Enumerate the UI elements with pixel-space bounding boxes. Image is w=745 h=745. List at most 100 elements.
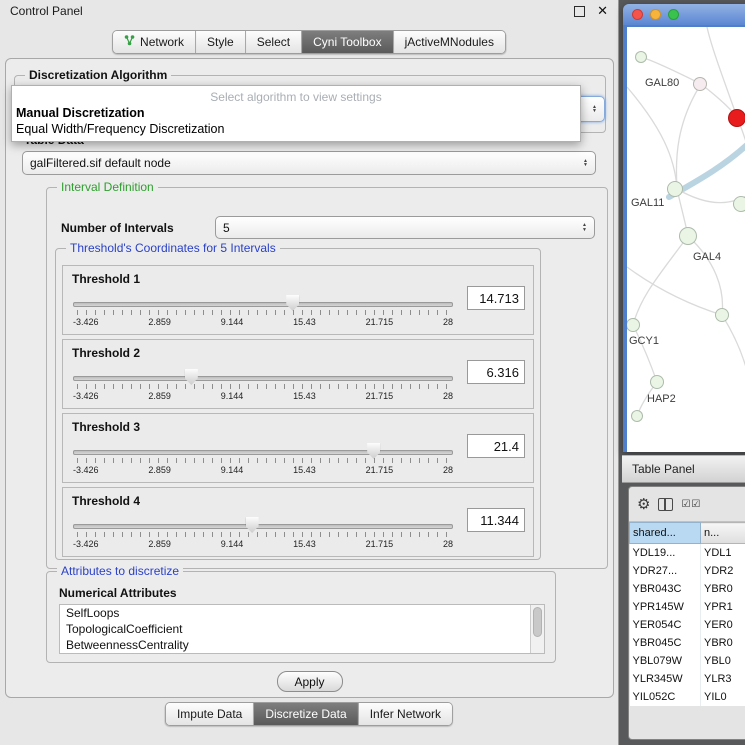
threshold-value-field[interactable]: 11.344 <box>467 508 525 532</box>
top-tab-network[interactable]: Network <box>113 31 195 53</box>
table-row[interactable]: YLR345WYLR3 <box>630 670 745 688</box>
scrollbar-thumb[interactable] <box>533 607 542 637</box>
network-canvas[interactable]: GAL80GAL11GAL4GCY1HAP2 <box>627 27 745 452</box>
table-cell[interactable]: YBL0 <box>701 652 745 670</box>
threshold-slider[interactable]: -3.4262.8599.14415.4321.71528 <box>73 368 453 404</box>
discretize-settings-panel: Discretization Algorithm ▲▼ Select algor… <box>5 58 614 698</box>
network-node[interactable] <box>715 308 729 322</box>
table-row[interactable]: YBR043CYBR0 <box>630 580 745 598</box>
threshold-rows: Threshold 1-3.4262.8599.14415.4321.71528… <box>62 265 534 561</box>
table-cell[interactable]: YLR345W <box>630 670 701 688</box>
slider-track[interactable] <box>73 376 453 381</box>
slider-thumb[interactable] <box>246 517 259 533</box>
table-row[interactable]: YBL079WYBL0 <box>630 652 745 670</box>
table-cell[interactable]: YDR27... <box>630 562 701 580</box>
top-tab-cyni-toolbox[interactable]: Cyni Toolbox <box>301 31 392 53</box>
slider-track[interactable] <box>73 524 453 529</box>
network-node[interactable] <box>693 77 707 91</box>
table-row[interactable]: YDR27...YDR2 <box>630 562 745 580</box>
float-window-icon[interactable] <box>574 6 585 17</box>
slider-track[interactable] <box>73 450 453 455</box>
slider-track[interactable] <box>73 302 453 307</box>
table-cell[interactable]: YDR2 <box>701 562 745 580</box>
table-cell[interactable]: YER054C <box>630 616 701 634</box>
top-tab-jactivemnodules[interactable]: jActiveMNodules <box>393 31 505 53</box>
table-cell[interactable]: YBR043C <box>630 580 701 598</box>
tick-label: 28 <box>443 317 453 327</box>
tick-label: 9.144 <box>221 317 244 327</box>
slider-thumb[interactable] <box>286 295 299 311</box>
tick-label: 2.859 <box>148 465 171 475</box>
tick-label: -3.426 <box>73 317 99 327</box>
bottom-tab-discretize-data[interactable]: Discretize Data <box>253 703 357 725</box>
table-row[interactable]: YIL052CYIL0 <box>630 688 745 706</box>
dropdown-option-manual-discretization[interactable]: Manual Discretization <box>12 105 580 121</box>
network-node-highlighted[interactable] <box>728 109 745 127</box>
table-cell[interactable]: YBR0 <box>701 580 745 598</box>
number-of-intervals-combobox[interactable]: 5 ▲▼ <box>215 216 595 239</box>
network-node[interactable] <box>679 227 697 245</box>
bottom-tab-impute-data[interactable]: Impute Data <box>166 703 253 725</box>
threshold-slider[interactable]: -3.4262.8599.14415.4321.71528 <box>73 442 453 478</box>
minimize-traffic-light-icon[interactable] <box>650 9 661 20</box>
tick-label: 9.144 <box>221 391 244 401</box>
column-layout-icon[interactable] <box>658 498 673 511</box>
table-cell[interactable]: YIL0 <box>701 688 745 706</box>
table-cell[interactable]: YBL079W <box>630 652 701 670</box>
combo-arrows-icon: ▲▼ <box>592 105 597 114</box>
table-cell[interactable]: YDL1 <box>701 544 745 563</box>
attribute-item-selfloops[interactable]: SelfLoops <box>60 605 544 621</box>
table-row[interactable]: YBR045CYBR0 <box>630 634 745 652</box>
zoom-traffic-light-icon[interactable] <box>668 9 679 20</box>
select-columns-icon[interactable]: ☑☑ <box>681 499 701 510</box>
network-node[interactable] <box>631 410 643 422</box>
attribute-item-topologicalcoefficient[interactable]: TopologicalCoefficient <box>60 621 544 637</box>
network-node[interactable] <box>635 51 647 63</box>
table-row[interactable]: YER054CYER0 <box>630 616 745 634</box>
threshold-slider[interactable]: -3.4262.8599.14415.4321.71528 <box>73 294 453 330</box>
thresholds-group-title: Threshold's Coordinates for 5 Intervals <box>66 241 280 255</box>
table-cell[interactable]: YLR3 <box>701 670 745 688</box>
numerical-attributes-list[interactable]: SelfLoopsTopologicalCoefficientBetweenne… <box>59 604 545 654</box>
tick-label: 2.859 <box>148 317 171 327</box>
network-node[interactable] <box>667 181 683 197</box>
threshold-value-field[interactable]: 21.4 <box>467 434 525 458</box>
threshold-slider[interactable]: -3.4262.8599.14415.4321.71528 <box>73 516 453 552</box>
network-node-label-hap2: HAP2 <box>647 393 676 405</box>
network-node[interactable] <box>650 375 664 389</box>
table-cell[interactable]: YBR045C <box>630 634 701 652</box>
apply-button[interactable]: Apply <box>277 671 343 692</box>
threshold-value-field[interactable]: 14.713 <box>467 286 525 310</box>
slider-thumb[interactable] <box>185 369 198 385</box>
top-tab-style[interactable]: Style <box>195 31 245 53</box>
network-node-label-gal4: GAL4 <box>693 251 721 263</box>
table-cell[interactable]: YPR145W <box>630 598 701 616</box>
interval-definition-group: Interval Definition Number of Intervals … <box>46 187 608 569</box>
combo-arrows-icon: ▲▼ <box>583 159 588 168</box>
table-row[interactable]: YDL19...YDL1 <box>630 544 745 563</box>
list-scrollbar[interactable] <box>530 605 544 653</box>
network-window-titlebar[interactable] <box>623 4 745 25</box>
threshold-value-field[interactable]: 6.316 <box>467 360 525 384</box>
close-traffic-light-icon[interactable] <box>632 9 643 20</box>
table-cell[interactable]: YDL19... <box>630 544 701 563</box>
slider-thumb[interactable] <box>367 443 380 459</box>
close-icon[interactable]: ✕ <box>597 3 608 19</box>
dropdown-placeholder: Select algorithm to view settings <box>12 89 580 105</box>
network-node[interactable] <box>733 196 745 212</box>
table-cell[interactable]: YBR0 <box>701 634 745 652</box>
tick-label: -3.426 <box>73 465 99 475</box>
dropdown-option-equal-width-frequency[interactable]: Equal Width/Frequency Discretization <box>12 121 580 137</box>
table-cell[interactable]: YER0 <box>701 616 745 634</box>
bottom-tab-infer-network[interactable]: Infer Network <box>358 703 452 725</box>
column-header-shared-name[interactable]: shared... <box>630 523 701 544</box>
column-header-name[interactable]: n... <box>701 523 745 544</box>
top-tab-select[interactable]: Select <box>245 31 301 53</box>
table-data-combobox[interactable]: galFiltered.sif default node ▲▼ <box>22 151 596 175</box>
table-cell[interactable]: YPR1 <box>701 598 745 616</box>
table-row[interactable]: YPR145WYPR1 <box>630 598 745 616</box>
tab-label: Select <box>257 35 290 49</box>
table-cell[interactable]: YIL052C <box>630 688 701 706</box>
attribute-item-betweennesscentrality[interactable]: BetweennessCentrality <box>60 637 544 653</box>
gear-icon[interactable]: ⚙ <box>637 495 650 513</box>
